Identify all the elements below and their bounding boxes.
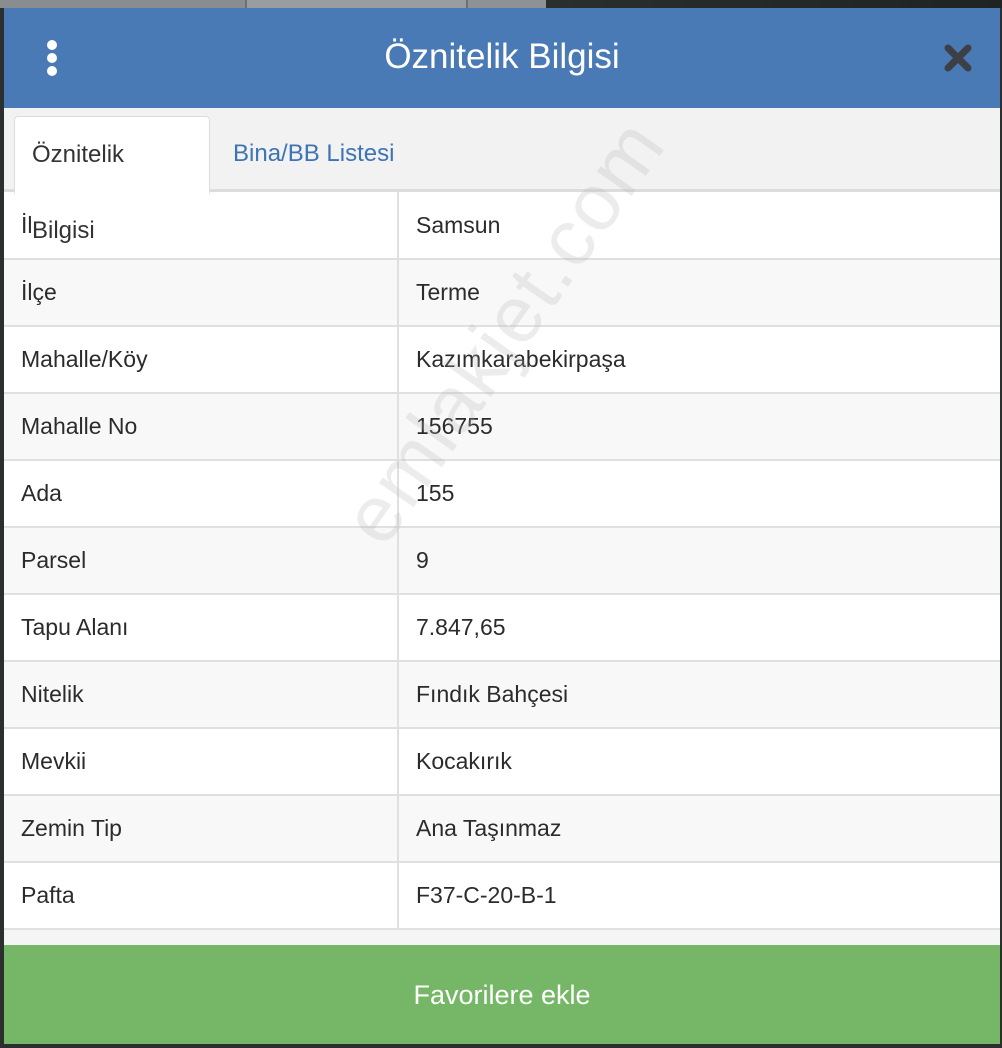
attribute-key: Ada — [4, 460, 399, 528]
tab-attribute-info[interactable]: Öznitelik Bilgisi — [14, 116, 210, 244]
table-row: Mahalle/Köy Kazımkarabekirpaşa — [4, 326, 1000, 394]
attribute-key: Mevkii — [4, 728, 399, 796]
attribute-value: Fındık Bahçesi — [398, 661, 1000, 729]
attribute-value: F37-C-20-B-1 — [398, 862, 1000, 930]
table-row: İl Samsun — [4, 192, 1000, 260]
close-icon[interactable] — [942, 42, 974, 74]
tab-bar: Öznitelik Bilgisi Bina/BB Listesi — [4, 108, 1000, 244]
table-row: Nitelik Fındık Bahçesi — [4, 661, 1000, 729]
attribute-key: Mahalle No — [4, 393, 399, 461]
attribute-table: İl Samsun İlçe Terme Mahalle/Köy Kazımka… — [4, 192, 1000, 930]
attribute-key: Zemin Tip — [4, 795, 399, 863]
add-to-favorites-button[interactable]: Favorilere ekle — [4, 945, 1000, 1044]
attribute-key: Pafta — [4, 862, 399, 930]
attribute-key: Tapu Alanı — [4, 594, 399, 662]
attribute-value: Kocakırık — [398, 728, 1000, 796]
attribute-key: İlçe — [4, 259, 399, 327]
table-row: Parsel 9 — [4, 527, 1000, 595]
table-row: Mahalle No 156755 — [4, 393, 1000, 461]
attribute-key: Mahalle/Köy — [4, 326, 399, 394]
attribute-value: Terme — [398, 259, 1000, 327]
dialog-title: Öznitelik Bilgisi — [384, 37, 620, 76]
table-row: Zemin Tip Ana Taşınmaz — [4, 795, 1000, 863]
attribute-value: 155 — [398, 460, 1000, 528]
tab-building-list[interactable]: Bina/BB Listesi — [216, 116, 411, 195]
table-row: Ada 155 — [4, 460, 1000, 528]
attribute-value: Ana Taşınmaz — [398, 795, 1000, 863]
dialog-header: Öznitelik Bilgisi — [4, 8, 1000, 108]
background-map-strip — [0, 0, 1002, 8]
table-row: İlçe Terme — [4, 259, 1000, 327]
table-row: Tapu Alanı 7.847,65 — [4, 594, 1000, 662]
attribute-value: 9 — [398, 527, 1000, 595]
attribute-value: 156755 — [398, 393, 1000, 461]
attribute-value: Kazımkarabekirpaşa — [398, 326, 1000, 394]
table-row: Mevkii Kocakırık — [4, 728, 1000, 796]
attribute-key: Parsel — [4, 527, 399, 595]
attribute-value: 7.847,65 — [398, 594, 1000, 662]
attribute-value: Samsun — [398, 192, 1000, 260]
attribute-info-dialog: Öznitelik Bilgisi Öznitelik Bilgisi Bina… — [4, 8, 1000, 1044]
table-row: Pafta F37-C-20-B-1 — [4, 862, 1000, 930]
attribute-key: Nitelik — [4, 661, 399, 729]
